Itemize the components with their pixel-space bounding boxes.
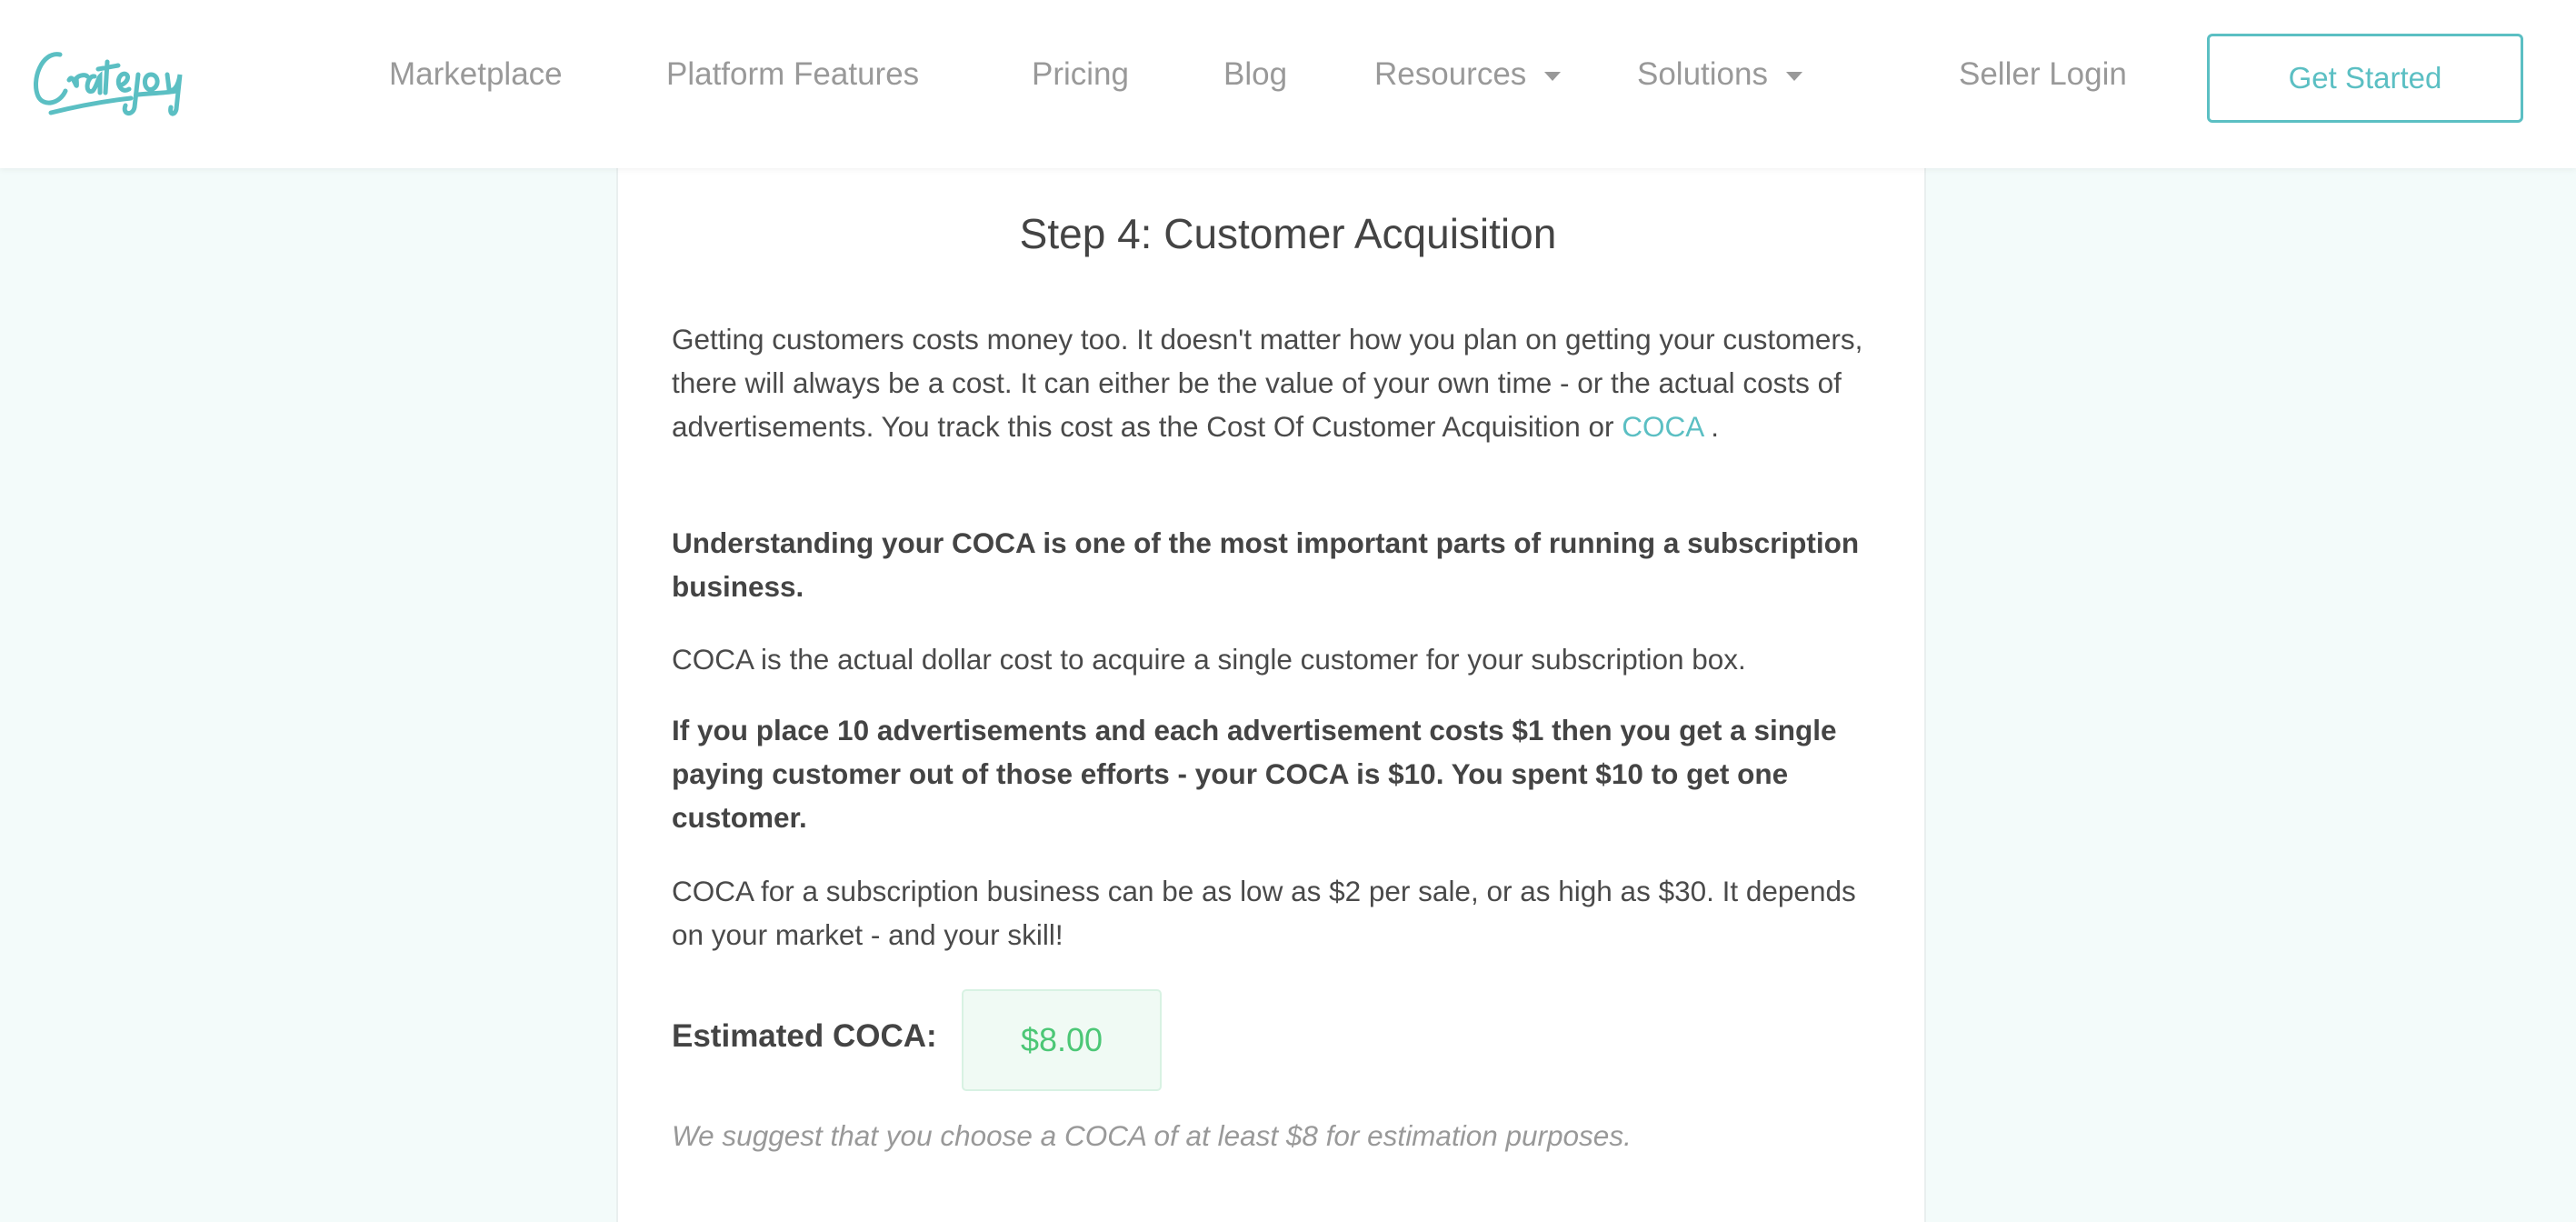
seller-login-link[interactable]: Seller Login	[1959, 56, 2127, 93]
suggestion-note: We suggest that you choose a COCA of at …	[672, 1119, 1632, 1152]
example-paragraph: If you place 10 advertisements and each …	[672, 714, 1837, 834]
nav-resources[interactable]: Resources	[1374, 56, 1562, 93]
definition-paragraph: COCA is the actual dollar cost to acquir…	[672, 643, 1746, 676]
estimated-coca-label: Estimated COCA:	[672, 1018, 937, 1054]
step-title: Step 4: Customer Acquisition	[1019, 210, 1557, 257]
intro-end: .	[1702, 410, 1720, 443]
estimated-coca-input[interactable]: $8.00	[962, 989, 1162, 1091]
nav-solutions[interactable]: Solutions	[1637, 56, 1802, 93]
site-header: Marketplace Platform Features Pricing Bl…	[0, 0, 2576, 168]
coca-link[interactable]: COCA	[1622, 410, 1702, 443]
range-paragraph: COCA for a subscription business can be …	[672, 875, 1856, 951]
nav-resources-label: Resources	[1374, 56, 1527, 92]
intro-paragraph: Getting customers costs money too. It do…	[672, 317, 1881, 448]
importance-paragraph: Understanding your COCA is one of the mo…	[672, 526, 1860, 603]
cratejoy-logo[interactable]	[24, 35, 242, 125]
nav-blog[interactable]: Blog	[1223, 56, 1287, 93]
chevron-down-icon	[1544, 71, 1562, 81]
chevron-down-icon	[1785, 71, 1802, 81]
nav-solutions-label: Solutions	[1637, 56, 1768, 92]
get-started-button[interactable]: Get Started	[2207, 34, 2523, 123]
nav-pricing[interactable]: Pricing	[1032, 56, 1129, 93]
nav-platform-features[interactable]: Platform Features	[666, 56, 919, 93]
nav-marketplace[interactable]: Marketplace	[389, 56, 563, 93]
